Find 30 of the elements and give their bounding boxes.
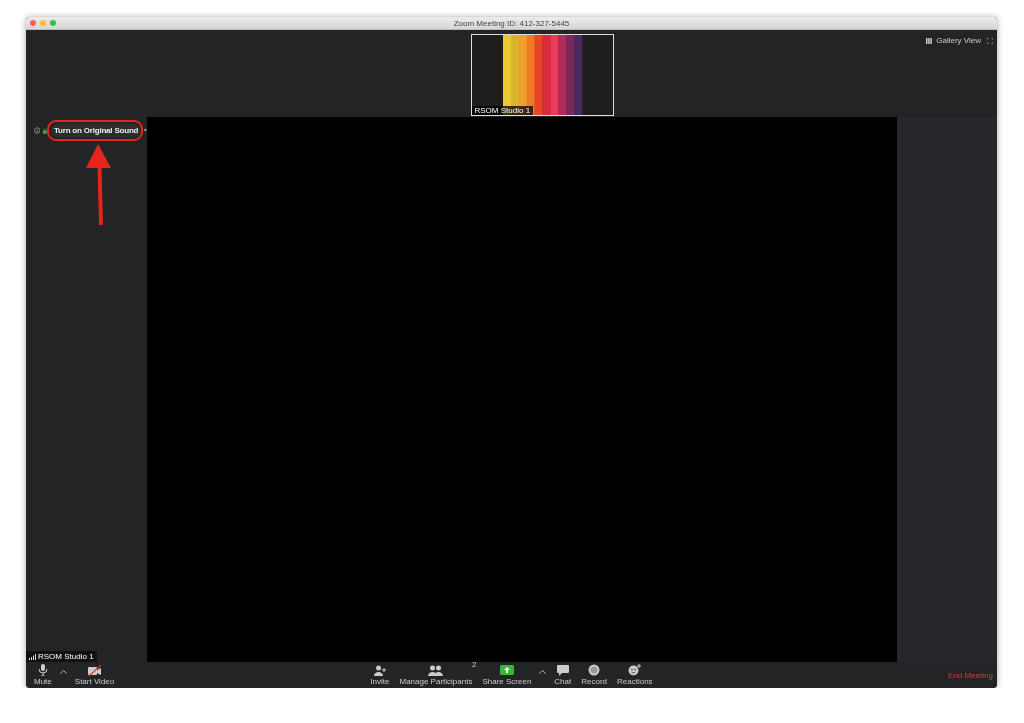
people-icon [428, 664, 444, 676]
fullscreen-icon[interactable] [987, 37, 993, 44]
end-meeting-button[interactable]: End Meeting [948, 670, 993, 680]
chat-icon [556, 664, 569, 676]
toolbar-button[interactable]: Mute [32, 664, 54, 686]
original-sound-button[interactable]: Turn on Original Sound [50, 124, 142, 137]
toolbar-button[interactable]: Record [579, 664, 610, 686]
gallery-view-button[interactable]: Gallery View [926, 36, 981, 45]
signal-icon [29, 653, 36, 660]
record-icon [588, 664, 601, 676]
mic-icon [37, 664, 48, 676]
toolbar-button[interactable]: Reactions [615, 664, 655, 686]
add-person-icon [373, 664, 386, 676]
participant-name: RSOM Studio 1 [471, 106, 534, 115]
toolbar-button[interactable]: Invite [368, 664, 392, 686]
window-title: Zoom Meeting ID: 412-327-5445 [453, 18, 570, 28]
lock-icon [43, 127, 47, 134]
participant-name: RSOM Studio 1 [38, 652, 94, 661]
caret-up-icon[interactable] [59, 669, 67, 674]
toolbar-button[interactable]: Start Video [72, 664, 117, 686]
caret-down-icon[interactable] [144, 129, 147, 132]
camera-off-icon [87, 664, 102, 676]
info-icon[interactable] [34, 127, 41, 134]
toolbar-button[interactable]: Share Screen [480, 664, 534, 686]
caret-up-icon[interactable] [539, 669, 547, 674]
smiley-plus-icon [628, 664, 642, 676]
toolbar-button[interactable]: Chat [552, 664, 574, 686]
share-screen-icon [499, 665, 514, 675]
close-button[interactable] [30, 20, 36, 26]
grid-icon [926, 37, 933, 44]
